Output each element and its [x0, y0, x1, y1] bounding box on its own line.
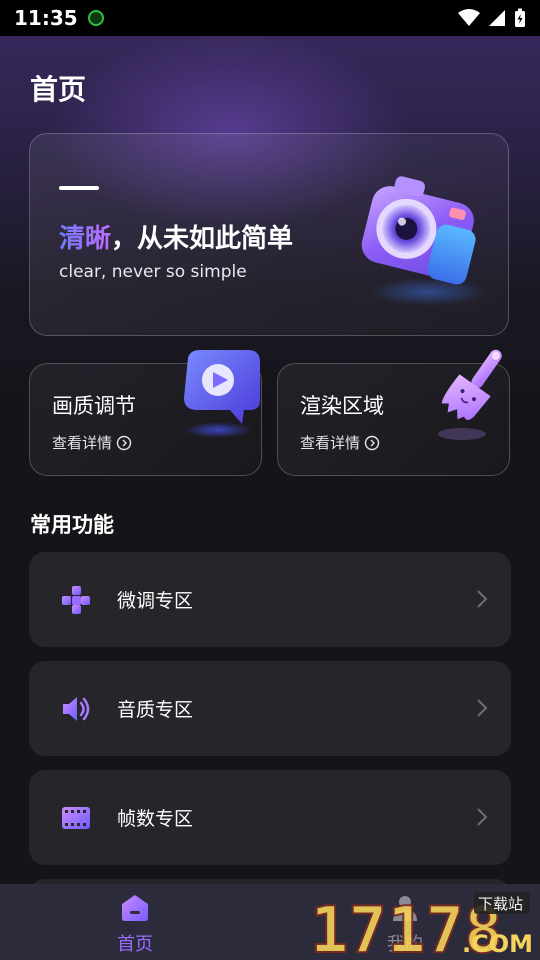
hero-divider — [59, 186, 99, 190]
card-render-area[interactable]: 渲染区域 查看详情 — [277, 349, 510, 476]
chevron-right-icon — [477, 808, 488, 826]
feature-item-frame-rate[interactable]: 帧数专区 — [29, 770, 511, 865]
play-bubble-icon — [184, 350, 260, 438]
status-time: 11:35 — [14, 6, 78, 30]
section-title: 常用功能 — [30, 513, 114, 537]
camera-icon — [361, 176, 489, 306]
feature-item-audio[interactable]: 音质专区 — [29, 661, 511, 756]
hero-subtitle: clear, never so simple — [59, 262, 247, 282]
card-quality-adjust[interactable]: 画质调节 查看详情 — [29, 350, 262, 476]
status-bar: 11:35 — [0, 0, 540, 36]
card-link-details[interactable]: 查看详情 — [300, 432, 380, 453]
watermark-sub: 下载站 — [478, 895, 523, 913]
tab-home-label: 首页 — [117, 934, 153, 955]
tab-home[interactable]: 首页 — [95, 894, 175, 956]
watermark-domain: .COM — [462, 930, 533, 958]
chevron-right-icon — [477, 590, 488, 608]
feature-label: 帧数专区 — [117, 808, 194, 830]
arrow-circle-icon — [116, 435, 132, 450]
hero-headline-accent: 清晰 — [59, 224, 112, 254]
feature-item-fine-tune[interactable]: 微调专区 — [29, 552, 511, 647]
feature-label: 音质专区 — [117, 699, 194, 721]
paint-brush-icon — [438, 349, 502, 440]
hero-headline-rest: ，从未如此简单 — [111, 224, 294, 254]
page-title: 首页 — [30, 73, 87, 106]
speaker-icon — [63, 697, 90, 721]
home-icon — [122, 895, 148, 921]
chevron-right-icon — [477, 699, 488, 717]
hero-banner[interactable]: 清晰，从未如此简单 clear, never so simple — [29, 133, 509, 336]
notification-app-icon — [87, 10, 104, 26]
film-icon — [62, 807, 90, 829]
tune-blocks-icon — [62, 586, 90, 614]
status-indicators — [458, 8, 526, 28]
watermark-logo: 17178 下载站 .COM — [309, 892, 533, 958]
feature-label: 微调专区 — [117, 590, 194, 612]
card-title: 画质调节 — [52, 394, 136, 418]
battery-icon — [515, 8, 525, 27]
card-link-details[interactable]: 查看详情 — [52, 432, 132, 453]
card-title: 渲染区域 — [300, 394, 384, 418]
card-link-label: 查看详情 — [52, 434, 113, 452]
arrow-circle-icon — [364, 435, 380, 450]
main-content: 首页 清晰，从未如此简单 clear, never so simple 画质调节… — [0, 36, 540, 919]
hero-headline: 清晰，从未如此简单 — [59, 218, 293, 255]
wifi-icon — [458, 9, 480, 26]
signal-icon — [489, 10, 505, 26]
card-link-label: 查看详情 — [300, 434, 361, 452]
